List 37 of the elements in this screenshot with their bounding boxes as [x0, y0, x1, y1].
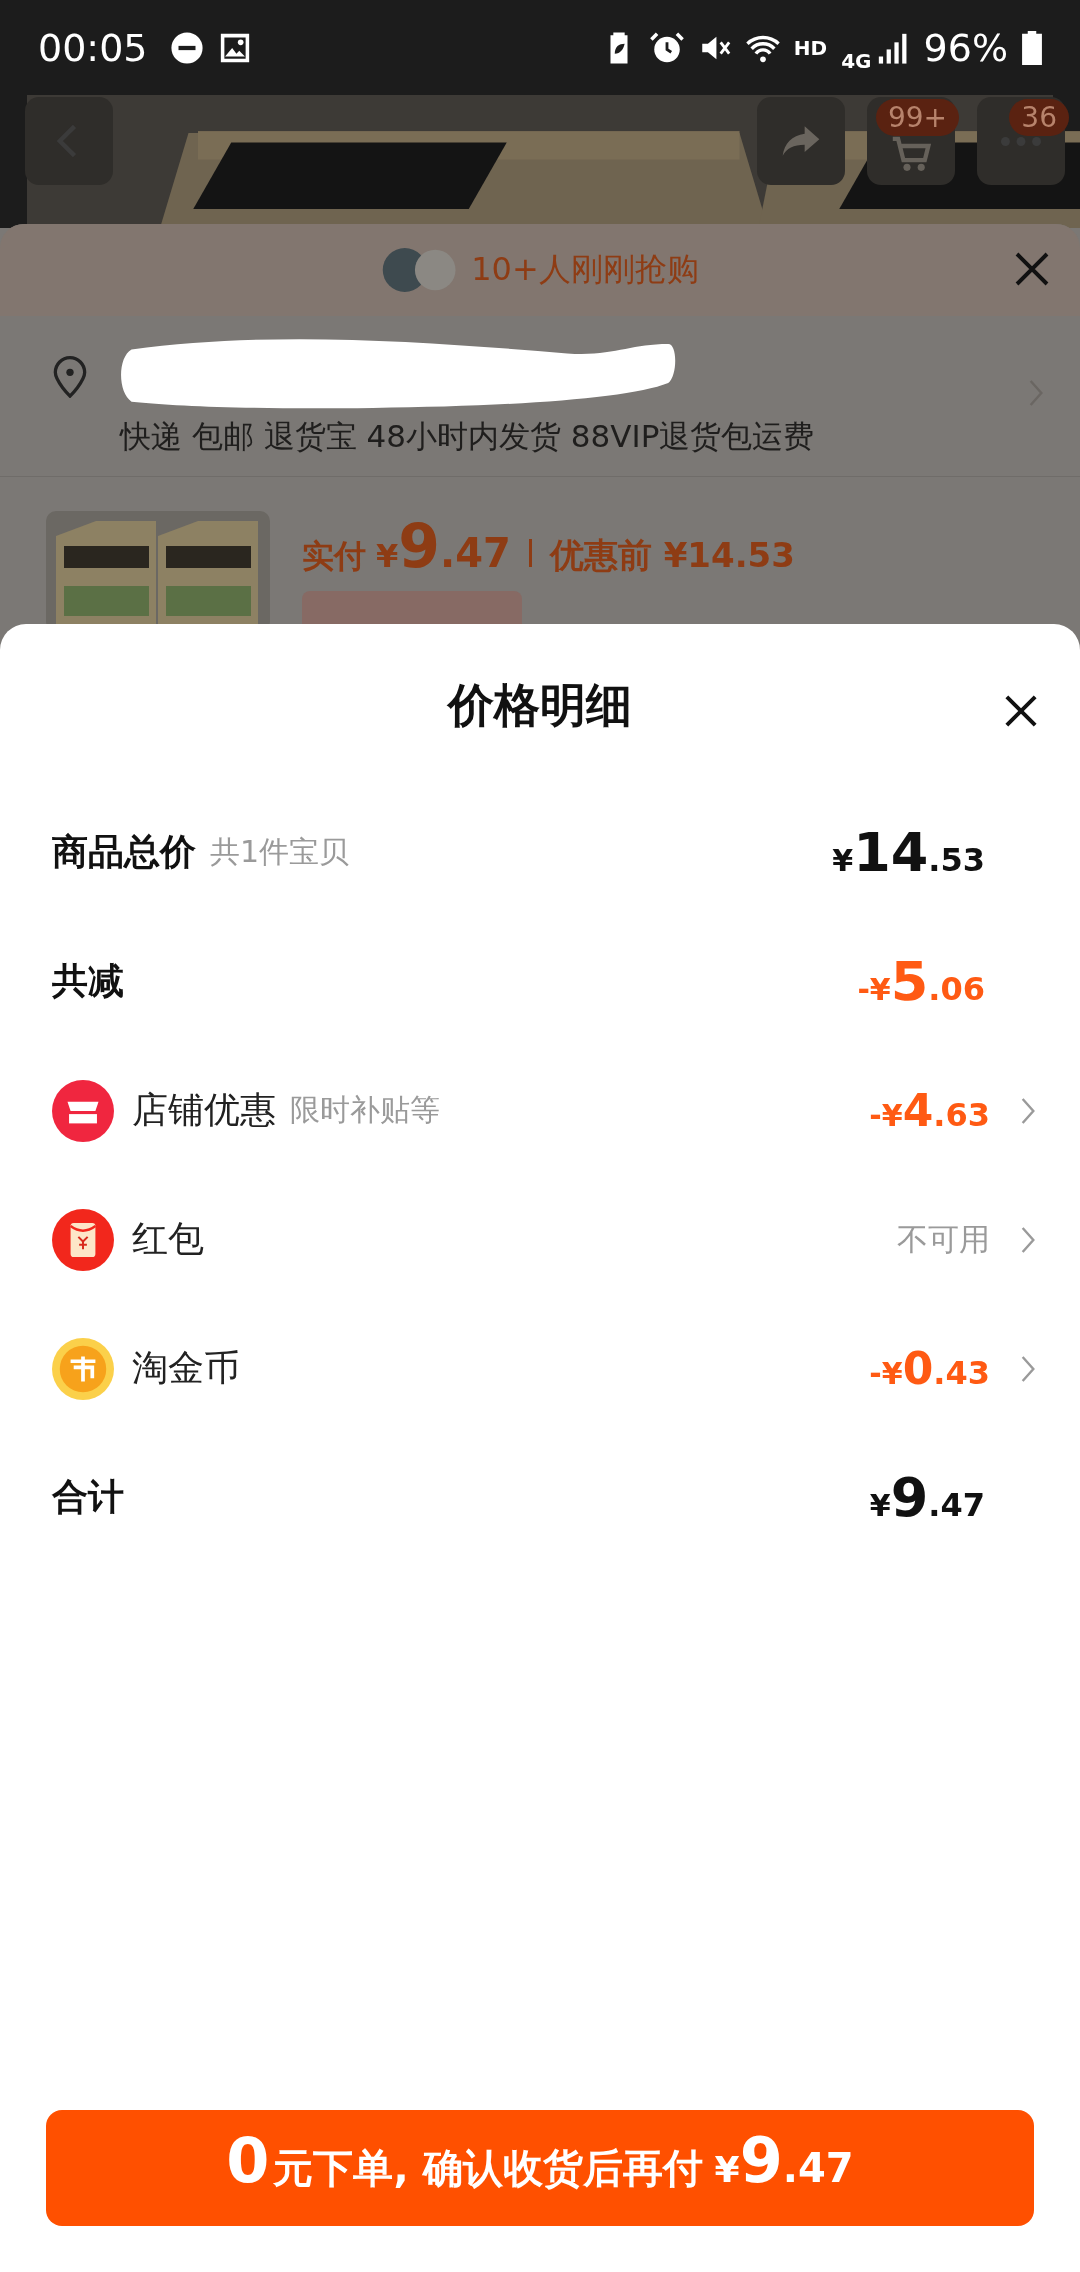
amount: -¥0.43: [869, 1343, 990, 1394]
amount: -¥4.63: [869, 1085, 990, 1136]
amount: ¥9.47: [869, 1466, 985, 1529]
amount: ¥14.53: [832, 821, 985, 884]
order-button[interactable]: 0元下单, 确认收货后再付 ¥9.47: [46, 2110, 1034, 2226]
coin-icon: [52, 1337, 114, 1400]
dots-icon: [1001, 136, 1041, 146]
status-text: 不可用: [897, 1219, 990, 1259]
close-icon[interactable]: [1004, 694, 1038, 728]
amount: -¥5.06: [857, 950, 985, 1013]
do-not-disturb-icon: [169, 30, 204, 65]
battery-percent: 96%: [923, 25, 1008, 70]
count-badge: 99+: [875, 99, 959, 136]
cellular-label: 4G: [841, 48, 872, 73]
social-proof-text: 10+人刚刚抢购: [471, 249, 699, 290]
row-note: 限时补贴等: [290, 1091, 440, 1129]
clock-time: 00:05: [38, 25, 148, 70]
paid-label: 实付: [302, 536, 366, 577]
row-label: 合计: [52, 1475, 124, 1519]
envelope-icon: [52, 1208, 114, 1271]
network-label: HD: [793, 35, 828, 60]
shop-icon: [52, 1079, 114, 1142]
row-label: 商品总价: [52, 830, 196, 874]
count-badge: 36: [1009, 99, 1069, 136]
row-label: 红包: [132, 1217, 204, 1261]
row-note: 共1件宝贝: [210, 833, 350, 871]
original-price: 优惠前 ¥14.53: [549, 534, 795, 577]
row-label: 店铺优惠: [132, 1088, 276, 1132]
battery-icon: [1022, 30, 1042, 65]
row-label: 共减: [52, 959, 124, 1003]
sheet-title: 价格明细: [448, 677, 632, 734]
alarm-icon: [649, 30, 684, 65]
share-button[interactable]: [757, 97, 845, 185]
cart-icon: [891, 136, 931, 172]
paid-price: ¥9.47: [376, 511, 511, 581]
service-tags: 快递 包邮 退货宝 48小时内发货 88VIP退货包运费: [120, 416, 1000, 458]
row-label: 淘金币: [132, 1346, 240, 1390]
